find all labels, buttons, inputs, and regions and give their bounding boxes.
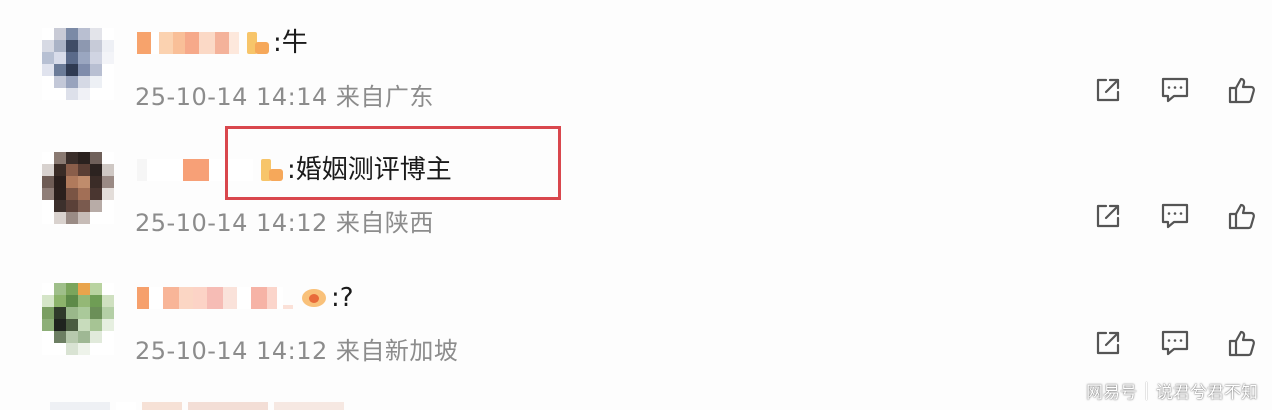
avatar[interactable]	[42, 152, 114, 224]
comment-icon	[1161, 77, 1189, 103]
comment-actions	[1090, 325, 1260, 361]
share-icon	[1096, 78, 1120, 102]
avatar[interactable]	[42, 283, 114, 355]
comment-header: :?	[137, 283, 354, 313]
share-button[interactable]	[1090, 72, 1126, 108]
reply-button[interactable]	[1157, 325, 1193, 361]
comment-item: :婚姻测评博主 25-10-14 14:12 来自陕西	[0, 124, 1272, 244]
like-icon	[1228, 330, 1256, 357]
comment-meta: 25-10-14 14:12 来自陕西	[135, 209, 434, 237]
author-name: 说君兮君不知	[1156, 383, 1258, 403]
comment-meta: 25-10-14 14:14 来自广东	[135, 83, 434, 111]
watermark-divider	[1146, 381, 1147, 400]
share-button[interactable]	[1090, 198, 1126, 234]
comment-list: :牛 25-10-14 14:14 来自广东:婚姻测评博主 25-10-14 …	[0, 0, 1272, 410]
watermark: 网易号 说君兮君不知	[1086, 378, 1258, 403]
comment-item: :? 25-10-14 14:12 来自新加坡	[0, 255, 1272, 375]
like-button[interactable]	[1224, 198, 1260, 234]
comment-actions	[1090, 198, 1260, 234]
crown-badge-icon	[301, 286, 327, 310]
like-button[interactable]	[1224, 325, 1260, 361]
share-icon	[1096, 331, 1120, 355]
username-blurred[interactable]	[137, 32, 239, 54]
comment-icon	[1161, 330, 1189, 356]
comment-meta: 25-10-14 14:12 来自新加坡	[135, 337, 459, 365]
platform-name: 网易号	[1086, 383, 1137, 403]
reply-button[interactable]	[1157, 198, 1193, 234]
comment-actions	[1090, 72, 1260, 108]
highlight-box	[225, 126, 561, 200]
reply-button[interactable]	[1157, 72, 1193, 108]
like-icon	[1228, 203, 1256, 230]
like-button[interactable]	[1224, 72, 1260, 108]
comment-icon	[1161, 203, 1189, 229]
like-icon	[1228, 77, 1256, 104]
avatar[interactable]	[42, 28, 114, 100]
next-comment-partial	[50, 402, 350, 410]
share-icon	[1096, 204, 1120, 228]
share-button[interactable]	[1090, 325, 1126, 361]
username-blurred[interactable]	[137, 287, 293, 309]
comment-text: :?	[331, 283, 354, 313]
comment-item: :牛 25-10-14 14:14 来自广东	[0, 0, 1272, 120]
comment-text: :牛	[273, 28, 308, 58]
comment-header: :牛	[137, 28, 308, 58]
user-badge-icon	[247, 32, 269, 54]
